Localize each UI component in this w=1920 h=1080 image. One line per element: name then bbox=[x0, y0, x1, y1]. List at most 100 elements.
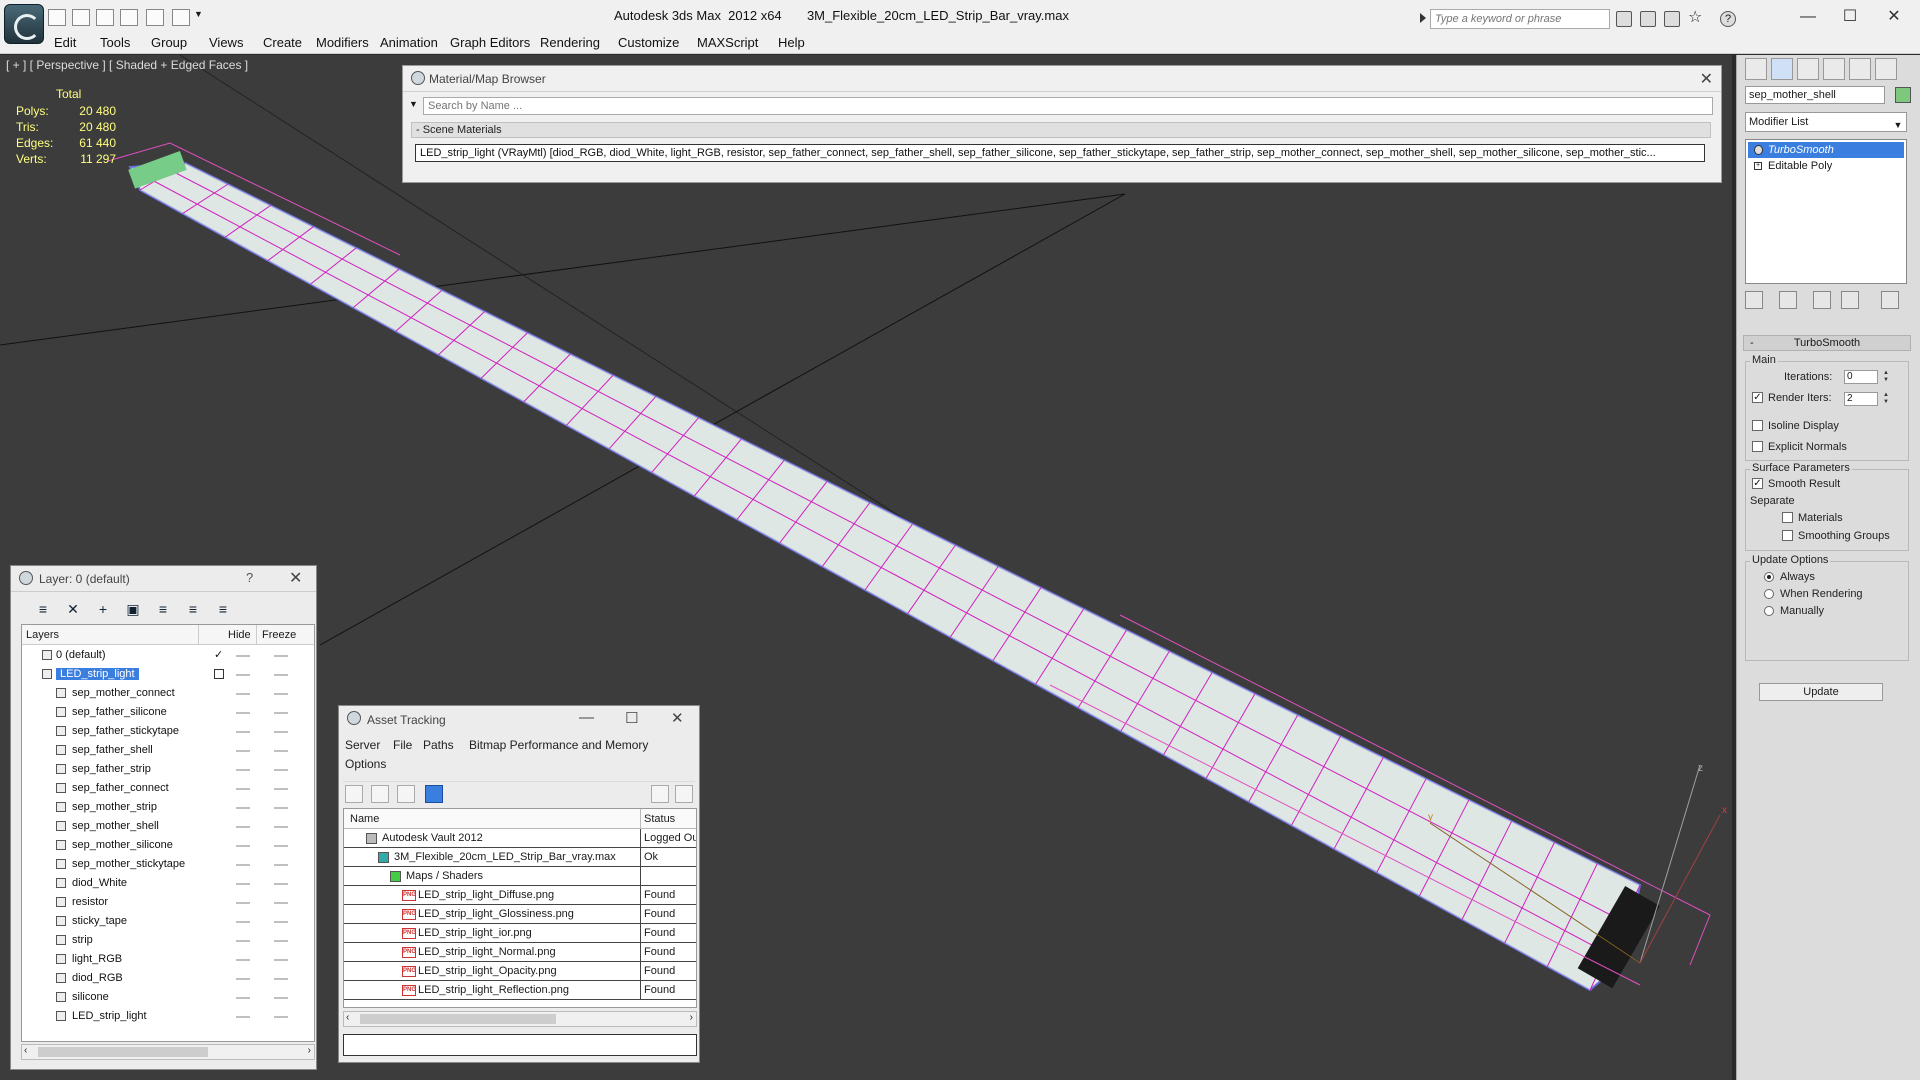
scroll-right-icon[interactable]: › bbox=[690, 1012, 693, 1023]
redo-icon[interactable] bbox=[146, 9, 164, 26]
utilities-tab-icon[interactable] bbox=[1875, 58, 1897, 80]
hide-toggle[interactable] bbox=[236, 902, 250, 904]
pin-stack-icon[interactable] bbox=[1745, 291, 1763, 309]
vault-settings-icon[interactable] bbox=[675, 785, 693, 803]
asset-row[interactable]: Autodesk Vault 2012 Logged Out bbox=[344, 829, 696, 848]
viewport-label[interactable]: [ + ] [ Perspective ] [ Shaded + Edged F… bbox=[6, 58, 248, 72]
asset-row[interactable]: PNG LED_strip_light_Diffuse.png Found bbox=[344, 886, 696, 905]
detail-view-icon[interactable] bbox=[397, 785, 415, 803]
asset-row[interactable]: 3M_Flexible_20cm_LED_Strip_Bar_vray.max O… bbox=[344, 848, 696, 867]
asset-menu-file[interactable]: File bbox=[393, 738, 412, 752]
menu-graph-editors[interactable]: Graph Editors bbox=[450, 35, 530, 50]
hide-toggle[interactable] bbox=[236, 807, 250, 809]
infocenter-search-input[interactable] bbox=[1430, 9, 1610, 29]
layer-horizontal-scrollbar[interactable]: ‹ › bbox=[21, 1044, 315, 1060]
layer-object-row[interactable]: sep_mother_shell bbox=[22, 817, 314, 836]
maximize-button[interactable]: ☐ bbox=[1828, 4, 1872, 30]
separate-smoothing-groups-checkbox[interactable] bbox=[1782, 530, 1793, 541]
asset-minimize-button[interactable]: — bbox=[579, 709, 594, 726]
hide-toggle[interactable] bbox=[236, 826, 250, 828]
name-column-header[interactable]: Name bbox=[350, 813, 379, 825]
project-folder-icon[interactable] bbox=[172, 9, 190, 26]
hide-toggle[interactable] bbox=[236, 788, 250, 790]
scroll-left-icon[interactable]: ‹ bbox=[346, 1012, 349, 1023]
asset-row[interactable]: PNG LED_strip_light_Reflection.png Found bbox=[344, 981, 696, 1000]
configure-modifier-sets-icon[interactable] bbox=[1881, 291, 1899, 309]
help-icon[interactable]: ? bbox=[1720, 11, 1736, 27]
layer-object-row[interactable]: diod_RGB bbox=[22, 969, 314, 988]
layer-object-row[interactable]: sep_father_silicone bbox=[22, 703, 314, 722]
asset-menu-server[interactable]: Server bbox=[345, 738, 380, 752]
material-browser-close-button[interactable]: ✕ bbox=[1700, 69, 1713, 89]
hide-toggle[interactable] bbox=[236, 674, 250, 676]
layer-object-row[interactable]: light_RGB bbox=[22, 950, 314, 969]
lightbulb-icon[interactable] bbox=[1754, 145, 1763, 155]
layer-manager-titlebar[interactable]: Layer: 0 (default) ? ✕ bbox=[11, 566, 316, 592]
layer-object-row[interactable]: resistor bbox=[22, 893, 314, 912]
layer-object-row[interactable]: sep_mother_stickytape bbox=[22, 855, 314, 874]
asset-tracking-titlebar[interactable]: Asset Tracking — ☐ ✕ bbox=[339, 706, 699, 732]
hide-all-layers-icon[interactable]: ≡ bbox=[183, 599, 203, 619]
layer-object-row[interactable]: sep_mother_connect bbox=[22, 684, 314, 703]
layer-object-row[interactable]: sep_mother_silicone bbox=[22, 836, 314, 855]
table-view-icon[interactable] bbox=[425, 785, 443, 803]
freeze-toggle[interactable] bbox=[274, 655, 288, 657]
modifier-list-dropdown[interactable]: Modifier List ▼ bbox=[1745, 112, 1907, 132]
hide-toggle[interactable] bbox=[236, 921, 250, 923]
binoculars-icon[interactable] bbox=[1616, 11, 1632, 27]
freeze-toggle[interactable] bbox=[274, 674, 288, 676]
freeze-toggle[interactable] bbox=[274, 940, 288, 942]
layer-close-button[interactable]: ✕ bbox=[289, 568, 302, 588]
layer-object-row[interactable]: sticky_tape bbox=[22, 912, 314, 931]
delete-layer-icon[interactable]: ✕ bbox=[63, 599, 83, 619]
freeze-toggle[interactable] bbox=[274, 1016, 288, 1018]
freeze-toggle[interactable] bbox=[274, 693, 288, 695]
scrollbar-thumb[interactable] bbox=[38, 1047, 208, 1057]
freeze-toggle[interactable] bbox=[274, 978, 288, 980]
motion-tab-icon[interactable] bbox=[1823, 58, 1845, 80]
scroll-left-icon[interactable]: ‹ bbox=[24, 1045, 27, 1056]
render-iters-spinner[interactable]: 2 bbox=[1844, 392, 1878, 406]
search-expand-icon[interactable] bbox=[1420, 13, 1426, 23]
hide-column-header[interactable]: Hide bbox=[228, 629, 251, 641]
highlight-layer-icon[interactable]: ≡ bbox=[153, 599, 173, 619]
hide-toggle[interactable] bbox=[236, 959, 250, 961]
menu-rendering[interactable]: Rendering bbox=[540, 35, 600, 50]
layer-object-row[interactable]: sep_father_strip bbox=[22, 760, 314, 779]
asset-menu-options[interactable]: Options bbox=[345, 757, 386, 771]
freeze-toggle[interactable] bbox=[274, 997, 288, 999]
freeze-toggle[interactable] bbox=[274, 769, 288, 771]
freeze-toggle[interactable] bbox=[274, 864, 288, 866]
refresh-icon[interactable] bbox=[345, 785, 363, 803]
explicit-normals-checkbox[interactable] bbox=[1752, 441, 1763, 452]
layer-object-row[interactable]: sep_father_shell bbox=[22, 741, 314, 760]
close-button[interactable]: ✕ bbox=[1872, 4, 1916, 30]
update-button[interactable]: Update bbox=[1759, 683, 1883, 701]
asset-row[interactable]: PNG LED_strip_light_Glossiness.png Found bbox=[344, 905, 696, 924]
layer-object-row[interactable]: diod_White bbox=[22, 874, 314, 893]
menu-tools[interactable]: Tools bbox=[100, 35, 130, 50]
menu-create[interactable]: Create bbox=[263, 35, 302, 50]
freeze-toggle[interactable] bbox=[274, 959, 288, 961]
save-file-icon[interactable] bbox=[96, 9, 114, 26]
hide-toggle[interactable] bbox=[236, 940, 250, 942]
display-tab-icon[interactable] bbox=[1849, 58, 1871, 80]
hide-toggle[interactable] bbox=[236, 731, 250, 733]
make-unique-icon[interactable] bbox=[1813, 291, 1831, 309]
asset-menu-bitmap-performance[interactable]: Bitmap Performance and Memory bbox=[469, 738, 648, 752]
layer-row[interactable]: 0 (default) ✓ bbox=[22, 646, 314, 665]
communication-center-icon[interactable] bbox=[1664, 11, 1680, 27]
freeze-toggle[interactable] bbox=[274, 902, 288, 904]
asset-horizontal-scrollbar[interactable]: ‹ › bbox=[343, 1011, 697, 1027]
layers-column-header[interactable]: Layers bbox=[26, 629, 59, 641]
undo-icon[interactable] bbox=[120, 9, 138, 26]
spinner-arrows-icon[interactable]: ▲ ▼ bbox=[1882, 392, 1890, 406]
create-layer-icon[interactable]: ≡ bbox=[33, 599, 53, 619]
status-column-header[interactable]: Status bbox=[644, 813, 675, 825]
freeze-all-layers-icon[interactable]: ≡ bbox=[213, 599, 233, 619]
layer-object-row[interactable]: sep_mother_strip bbox=[22, 798, 314, 817]
hide-toggle[interactable] bbox=[236, 769, 250, 771]
hide-toggle[interactable] bbox=[236, 693, 250, 695]
freeze-toggle[interactable] bbox=[274, 883, 288, 885]
create-tab-icon[interactable] bbox=[1745, 58, 1767, 80]
